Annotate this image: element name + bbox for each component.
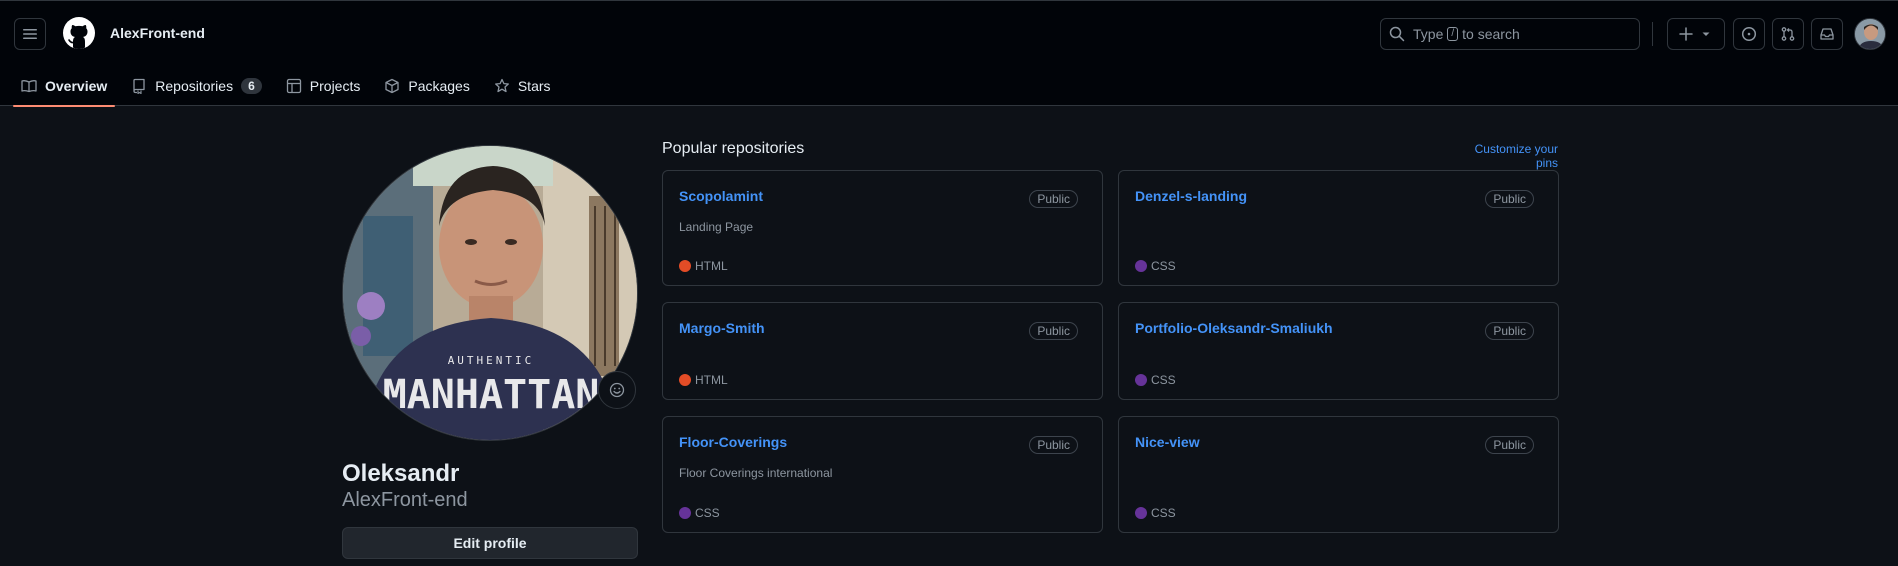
repo-name-link[interactable]: Denzel-s-landing xyxy=(1135,188,1247,204)
repo-language-label: HTML xyxy=(695,259,728,273)
menu-button[interactable] xyxy=(14,18,46,50)
repo-language-label: CSS xyxy=(1151,506,1176,520)
tab-overview[interactable]: Overview xyxy=(13,66,116,107)
tab-repositories-label: Repositories xyxy=(155,78,234,94)
user-avatar-menu[interactable] xyxy=(1854,18,1886,50)
visibility-badge: Public xyxy=(1485,190,1534,208)
avatar-image xyxy=(1855,19,1885,49)
shirt-text-big: MANHATTAN xyxy=(383,372,600,418)
shirt-text-small: AUTHENTIC xyxy=(448,354,535,367)
search-shortcut-key: / xyxy=(1447,27,1459,41)
language-color-dot xyxy=(679,374,691,386)
issues-button[interactable] xyxy=(1733,18,1765,50)
github-logo-icon[interactable] xyxy=(63,17,95,49)
repo-card: Floor-Coverings Public Floor Coverings i… xyxy=(662,416,1103,533)
repo-card: Scopolamint Public Landing Page HTML xyxy=(662,170,1103,286)
header-username[interactable]: AlexFront-end xyxy=(110,25,205,41)
language-color-dot xyxy=(1135,507,1147,519)
pull-requests-button[interactable] xyxy=(1772,18,1804,50)
repo-language: HTML xyxy=(679,373,728,387)
search-input[interactable]: Type / to search xyxy=(1380,18,1640,50)
repo-name-link[interactable]: Scopolamint xyxy=(679,188,763,204)
repo-description: Landing Page xyxy=(679,220,754,234)
visibility-badge: Public xyxy=(1029,436,1078,454)
plus-icon xyxy=(1679,27,1693,41)
search-suffix: to search xyxy=(1462,26,1520,42)
repo-language: CSS xyxy=(1135,373,1176,387)
language-color-dot xyxy=(1135,260,1147,272)
search-prefix: Type xyxy=(1413,26,1444,42)
table-icon xyxy=(286,78,301,94)
repo-card: Denzel-s-landing Public CSS xyxy=(1118,170,1559,286)
tab-packages-label: Packages xyxy=(408,78,470,94)
repo-language-label: HTML xyxy=(695,373,728,387)
profile-avatar[interactable]: AUTHENTIC MANHATTAN xyxy=(342,145,638,441)
star-icon xyxy=(494,78,509,93)
tab-repositories[interactable]: Repositories 6 xyxy=(123,66,270,106)
hamburger-icon xyxy=(23,29,37,39)
smiley-icon xyxy=(609,382,625,398)
profile-photo-image: AUTHENTIC MANHATTAN xyxy=(343,146,637,440)
header-divider xyxy=(1652,22,1653,46)
repo-language: CSS xyxy=(679,506,720,520)
book-icon xyxy=(21,80,37,93)
repo-name-link[interactable]: Portfolio-Oleksandr-Smaliukh xyxy=(1135,320,1333,336)
popular-repositories-heading: Popular repositories xyxy=(662,140,805,157)
git-pull-request-icon xyxy=(1781,27,1795,41)
visibility-badge: Public xyxy=(1485,322,1534,340)
repositories-count-badge: 6 xyxy=(241,78,262,94)
repo-language-label: CSS xyxy=(1151,259,1176,273)
language-color-dot xyxy=(679,260,691,272)
tab-packages[interactable]: Packages xyxy=(376,66,477,106)
set-status-button[interactable] xyxy=(598,371,636,409)
edit-profile-button[interactable]: Edit profile xyxy=(342,527,638,559)
repo-card: Nice-view Public CSS xyxy=(1118,416,1559,533)
repo-language: CSS xyxy=(1135,259,1176,273)
repo-language: CSS xyxy=(1135,506,1176,520)
repo-language-label: CSS xyxy=(695,506,720,520)
visibility-badge: Public xyxy=(1029,322,1078,340)
triangle-down-icon xyxy=(1702,32,1710,36)
repo-icon xyxy=(133,78,145,94)
repo-card: Portfolio-Oleksandr-Smaliukh Public CSS xyxy=(1118,302,1559,400)
inbox-icon xyxy=(1820,28,1834,40)
repo-language-label: CSS xyxy=(1151,373,1176,387)
repo-card: Margo-Smith Public HTML xyxy=(662,302,1103,400)
search-icon xyxy=(1389,26,1405,42)
repo-language: HTML xyxy=(679,259,728,273)
tab-projects[interactable]: Projects xyxy=(278,66,369,106)
inbox-button[interactable] xyxy=(1811,18,1843,50)
repo-name-link[interactable]: Margo-Smith xyxy=(679,320,765,336)
repo-name-link[interactable]: Nice-view xyxy=(1135,434,1200,450)
tab-stars-label: Stars xyxy=(517,78,551,94)
tab-overview-label: Overview xyxy=(45,78,108,94)
repo-name-link[interactable]: Floor-Coverings xyxy=(679,434,787,450)
language-color-dot xyxy=(1135,374,1147,386)
issue-opened-icon xyxy=(1741,26,1757,42)
tab-stars[interactable]: Stars xyxy=(486,66,559,106)
app-header: AlexFront-end Type / to search Overview … xyxy=(0,0,1898,107)
package-icon xyxy=(385,78,400,94)
profile-tabs: Overview Repositories 6 Projects Package… xyxy=(13,66,567,107)
create-new-button[interactable] xyxy=(1667,18,1725,50)
language-color-dot xyxy=(679,507,691,519)
visibility-badge: Public xyxy=(1485,436,1534,454)
repo-description: Floor Coverings international xyxy=(679,466,833,480)
profile-login: AlexFront-end xyxy=(342,489,468,511)
visibility-badge: Public xyxy=(1029,190,1078,208)
customize-pins-link[interactable]: Customize your pins xyxy=(1450,142,1558,170)
profile-full-name: Oleksandr xyxy=(342,460,460,487)
tab-projects-label: Projects xyxy=(309,78,361,94)
